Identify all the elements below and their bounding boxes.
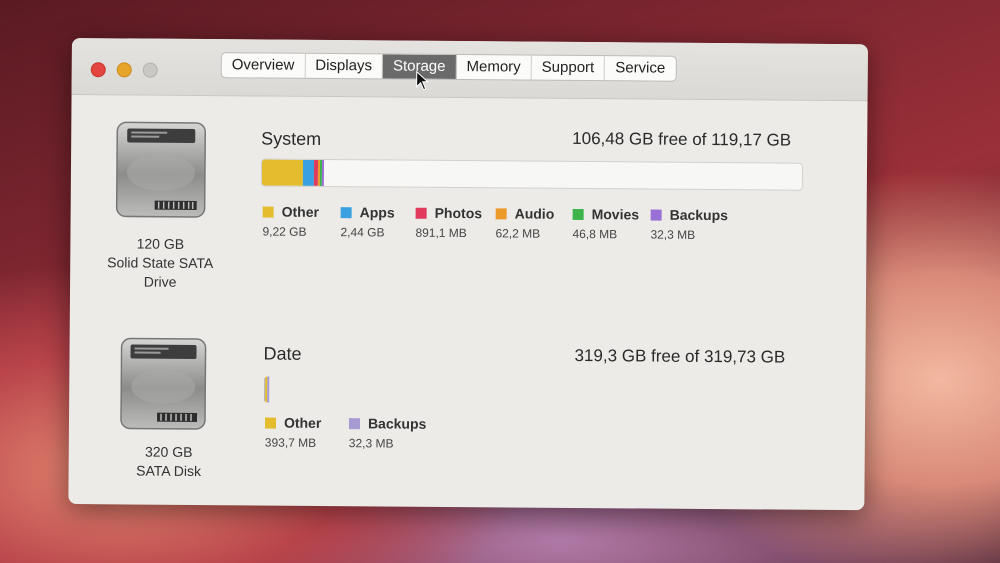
tab-support[interactable]: Support xyxy=(531,55,606,81)
volume-2-usage-bar xyxy=(263,376,801,408)
volume-2-free-space: 319,3 GB free of 319,73 GB xyxy=(574,345,786,367)
legend-size: 891,1 MB xyxy=(415,225,467,241)
drive-1-type: Solid State SATA xyxy=(107,254,214,272)
mouse-pointer-icon xyxy=(416,70,429,91)
volume-1-usage-bar xyxy=(260,158,804,191)
drive-1-capacity: 120 GB xyxy=(136,235,185,252)
drive-1-label: 120 GB Solid State SATA Drive xyxy=(90,234,230,292)
legend-item-backups: Backups 32,3 MB xyxy=(349,415,429,456)
volume-1-free-space: 106,48 GB free of 119,17 GB xyxy=(572,128,792,150)
legend-swatch xyxy=(264,417,277,429)
legend-label: Audio xyxy=(514,205,555,222)
legend-label: Photos xyxy=(434,204,483,222)
legend-swatch xyxy=(650,209,662,221)
usage-segment-backups xyxy=(321,159,324,186)
zoom-window-button[interactable] xyxy=(142,62,158,78)
legend-size: 9,22 GB xyxy=(262,224,307,239)
tab-overview[interactable]: Overview xyxy=(221,53,306,78)
legend-size: 393,7 MB xyxy=(264,435,317,450)
tab-service[interactable]: Service xyxy=(605,56,675,81)
legend-label: Backups xyxy=(669,206,729,224)
legend-label: Other xyxy=(283,414,322,431)
drive-2-type: SATA Disk xyxy=(136,462,202,480)
minimize-window-button[interactable] xyxy=(116,62,132,78)
system-info-window: Overview Displays Storage Memory Support… xyxy=(68,38,868,511)
legend-item-backups: Backups 32,3 MB xyxy=(650,207,730,248)
legend-label: Other xyxy=(281,203,320,220)
drive-2-label: 320 GB SATA Disk xyxy=(99,442,239,481)
volume-1-name: System xyxy=(261,128,322,149)
close-window-button[interactable] xyxy=(90,62,106,78)
hard-drive-icon xyxy=(120,337,207,430)
legend-size: 32,3 MB xyxy=(348,436,394,451)
volume-2-name: Date xyxy=(263,343,302,364)
legend-size: 2,44 GB xyxy=(340,225,385,240)
legend-swatch xyxy=(262,206,274,218)
tab-bar: Overview Displays Storage Memory Support… xyxy=(220,52,677,82)
drive-1-type-cont: Drive xyxy=(143,273,177,290)
usage-segment-other xyxy=(261,159,304,186)
legend-swatch xyxy=(348,418,361,430)
legend-swatch xyxy=(572,208,584,221)
legend-size: 32,3 MB xyxy=(650,227,696,242)
legend-item-audio: Audio 62,2 MB xyxy=(495,205,572,246)
legend-swatch xyxy=(495,208,507,220)
legend-item-photos: Photos 891,1 MB xyxy=(415,205,495,246)
legend-item-other: Other 393,7 MB xyxy=(265,415,349,456)
volume-1-legend: Other 9,22 GB Apps 2,44 GB Photos 891,1 MB Aud… xyxy=(262,204,730,248)
volume-2-legend: Other 393,7 MB Backups 32,3 MB xyxy=(265,415,429,456)
legend-label: Apps xyxy=(359,204,395,221)
legend-swatch xyxy=(340,207,352,219)
legend-item-movies: Movies 46,8 MB xyxy=(572,206,650,247)
legend-item-apps: Apps 2,44 GB xyxy=(340,204,415,245)
legend-size: 62,2 MB xyxy=(495,226,541,241)
tab-memory[interactable]: Memory xyxy=(456,55,532,80)
title-bar: Overview Displays Storage Memory Support… xyxy=(71,38,868,102)
legend-label: Movies xyxy=(591,206,640,223)
usage-segment-apps xyxy=(303,159,315,186)
hard-drive-icon xyxy=(115,121,207,218)
legend-item-other: Other 9,22 GB xyxy=(262,204,340,245)
legend-swatch xyxy=(415,207,427,219)
legend-size: 46,8 MB xyxy=(572,226,618,242)
drive-2-capacity: 320 GB xyxy=(144,443,193,460)
tab-displays[interactable]: Displays xyxy=(305,53,384,79)
legend-label: Backups xyxy=(367,415,427,432)
usage-segment-backups xyxy=(267,376,270,403)
